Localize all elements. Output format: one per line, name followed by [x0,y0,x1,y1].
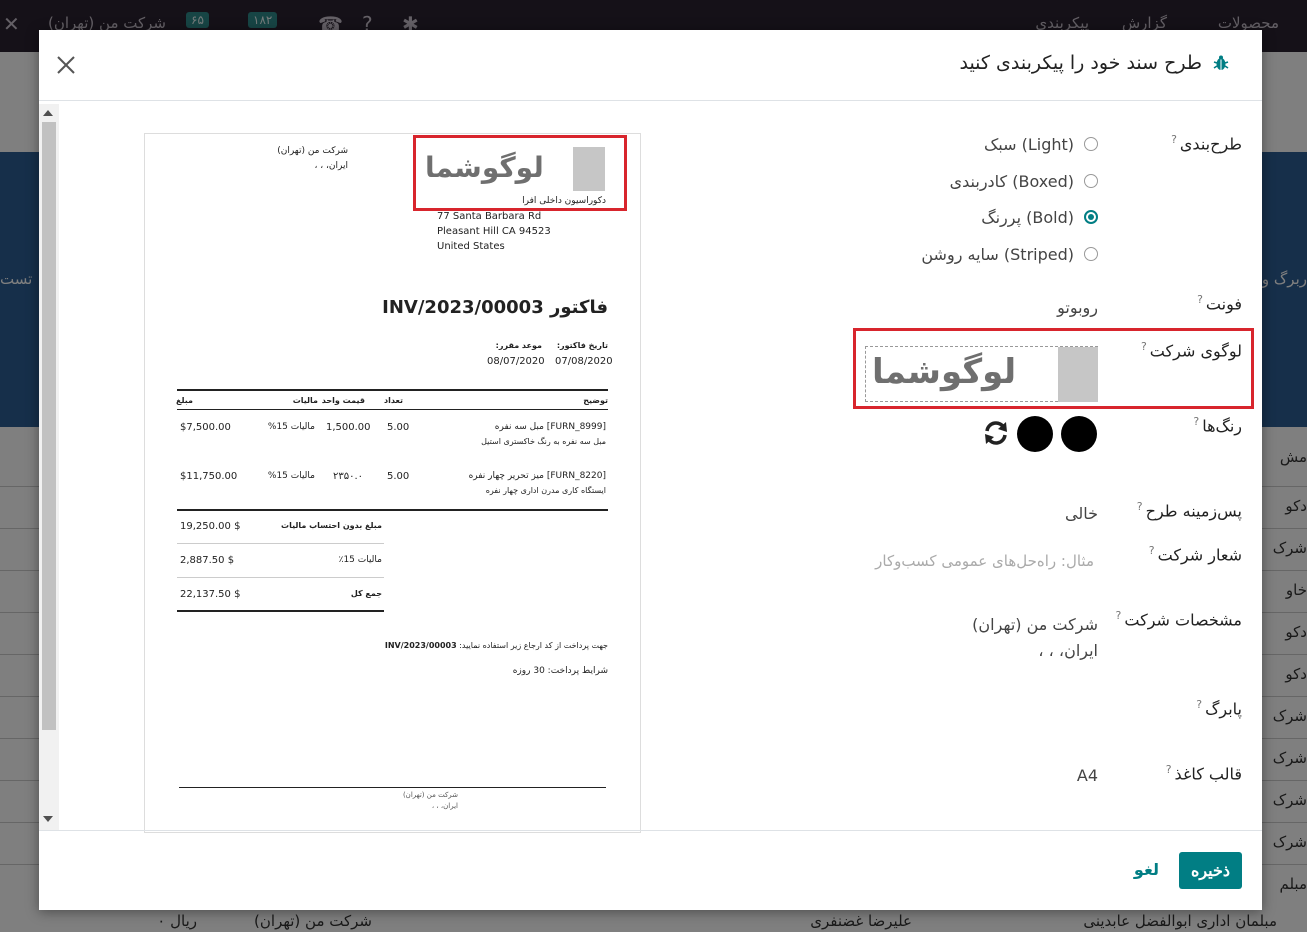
company-details-line2[interactable]: ایران، ، ، [1038,641,1098,660]
logo-text: لوگوشما [425,151,544,184]
layout-option-striped[interactable]: سایه روشن (Striped) [921,243,1098,265]
save-button[interactable]: ذخیره [1179,852,1242,889]
radio-bold[interactable] [1084,210,1098,224]
col-unit-price: قیمت واحد [321,396,365,405]
line1-quantity: 5.00 [387,422,410,433]
footer-rule [179,787,606,788]
line1-description-detail: مبل سه نفره به رنگ خاکستری استیل [481,437,606,446]
invoice-date-label: تاریخ فاکتور: [556,341,608,350]
scroll-thumb[interactable] [42,122,56,730]
company-tagline-label: شعار شرکت? [1148,544,1242,565]
payment-terms: شرایط پرداخت: 30 روزه [512,666,608,676]
line2-description-detail: ایستگاه کاری مدرن اداری چهار نفره [485,486,606,495]
radio-boxed[interactable] [1084,174,1098,188]
preview-logo-image: لوگوشما [423,147,610,192]
dialog-title: طرح سند خود را پیکربندی کنید [959,52,1202,74]
untaxed-amount-value: 19,250.00 $ [180,521,241,532]
invoice-date: 07/08/2020 [555,356,613,367]
preview-footer-line1: شرکت من (تهران) [402,791,458,799]
layout-option-boxed[interactable]: کادربندی (Boxed) [950,170,1098,192]
paper-format-label: قالب کاغذ? [1165,763,1242,784]
dialog-footer [39,830,1262,911]
scroll-down-arrow-icon[interactable] [43,816,53,822]
primary-color-swatch[interactable] [1061,416,1097,452]
payment-reference-text: جهت پرداخت از کد ارجاع زیر استفاده نمایی… [384,641,608,650]
table-bottom-rule [177,509,608,511]
invoice-preview: شرکت من (تهران) ایران، ، ، لوگوشما دکورا… [144,133,641,833]
preview-company-name: شرکت من (تهران) [277,146,348,156]
cancel-button[interactable]: لغو [1134,860,1159,879]
layout-option-label: سایه روشن (Striped) [921,244,1074,264]
customer-address-line2: Pleasant Hill CA 94523 [437,226,551,237]
company-details-label: مشخصات شرکت? [1115,609,1242,630]
font-select[interactable]: روبوتو [1057,298,1098,317]
due-date: 08/07/2020 [487,356,545,367]
line1-unit-price: 1,500.00 [326,422,371,433]
paper-format-select[interactable]: A4 [1077,766,1098,785]
invoice-title: فاکتور INV/2023/00003 [382,297,608,318]
dialog-header: طرح سند خود را پیکربندی کنید [39,30,1262,101]
layout-option-label: کادربندی (Boxed) [949,171,1074,191]
refresh-icon[interactable] [981,418,1011,448]
company-details-line1[interactable]: شرکت من (تهران) [972,615,1098,634]
due-date-label: موعد مقرر: [495,341,542,350]
font-label: فونت? [1197,293,1242,314]
line2-description: [FURN_8220] میز تحریر چهار نفره [468,471,606,481]
layout-background-select[interactable]: خالی [1065,504,1098,523]
col-amount: مبلغ [176,396,193,405]
untaxed-amount-label: مبلغ بدون احتساب مالیات [281,521,382,530]
logo-shape [1058,347,1098,402]
total-label: جمع کل [350,589,382,598]
customer-address-line1: 77 Santa Barbara Rd [437,211,542,222]
footer-label: پابرگ? [1196,698,1242,719]
secondary-color-swatch[interactable] [1017,416,1053,452]
line2-quantity: 5.00 [387,471,410,482]
document-layout-dialog: طرح سند خود را پیکربندی کنید طرح‌بندی? س… [39,30,1262,910]
line2-amount: $11,750.00 [180,471,238,482]
col-description: توضیح [583,396,608,405]
table-header-rule [177,409,608,410]
totals-rule [177,543,384,544]
preview-company-address: ایران، ، ، [314,161,348,171]
col-taxes: مالیات [292,396,318,405]
tax-value: 2,887.50 $ [180,555,235,566]
layout-option-bold[interactable]: پررنگ (Bold) [981,206,1098,228]
preview-logo-caption: دکوراسیون داخلی افرا [522,196,606,206]
bug-icon [1213,55,1229,70]
col-quantity: تعداد [384,396,403,405]
preview-scrollbar[interactable] [39,104,59,830]
footer-input[interactable] [798,702,1098,724]
colors-label: رنگ‌ها? [1193,415,1242,436]
total-value: 22,137.50 $ [180,589,241,600]
totals-rule [177,577,384,578]
tax-label: مالیات 15٪ [338,555,382,565]
total-rule [177,610,384,612]
line1-taxes: مالیات 15% [267,422,315,432]
table-top-rule [177,389,608,391]
company-logo-image[interactable]: لوگوشما [865,346,1098,402]
line2-taxes: مالیات 15% [267,471,315,481]
company-tagline-input[interactable]: مثال: راه‌حل‌های عمومی کسب‌وکار [875,552,1094,570]
layout-option-light[interactable]: سبک (Light) [984,133,1098,155]
line1-description: [FURN_8999] مبل سه نفره [494,422,606,432]
line2-unit-price: ۲۳۵۰.۰ [332,471,363,482]
scroll-up-arrow-icon[interactable] [43,110,53,116]
radio-striped[interactable] [1084,247,1098,261]
logo-shape [573,147,605,191]
preview-footer-line2: ایران، ، ، [431,802,458,810]
customer-address-line3: United States [437,241,505,252]
line1-amount: $7,500.00 [180,422,231,433]
layout-option-label: سبک (Light) [983,134,1074,154]
logo-text: لوگوشما [872,352,1017,392]
close-icon[interactable] [55,54,77,76]
layout-label: طرح‌بندی? [1171,133,1242,154]
layout-option-label: پررنگ (Bold) [981,207,1074,227]
radio-light[interactable] [1084,137,1098,151]
layout-background-label: پس‌زمینه طرح? [1136,500,1242,521]
